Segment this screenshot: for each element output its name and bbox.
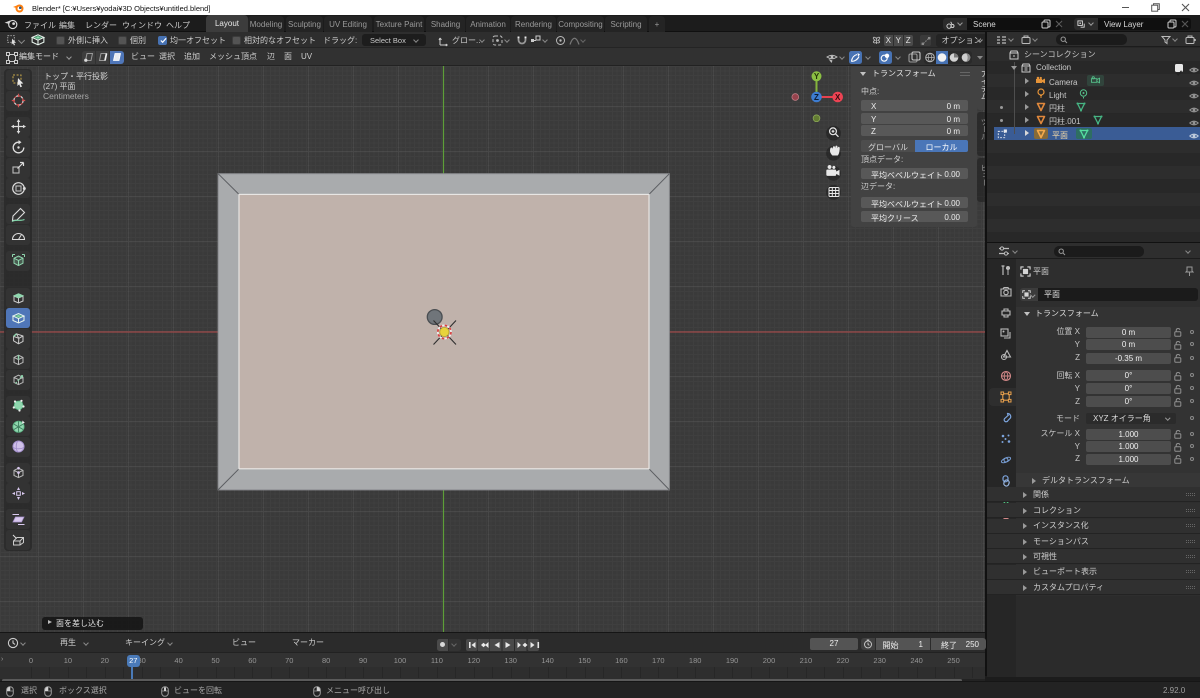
svg-text:Y: Y	[814, 72, 820, 81]
svg-text:Z: Z	[814, 93, 819, 102]
svg-text:X: X	[835, 93, 841, 102]
